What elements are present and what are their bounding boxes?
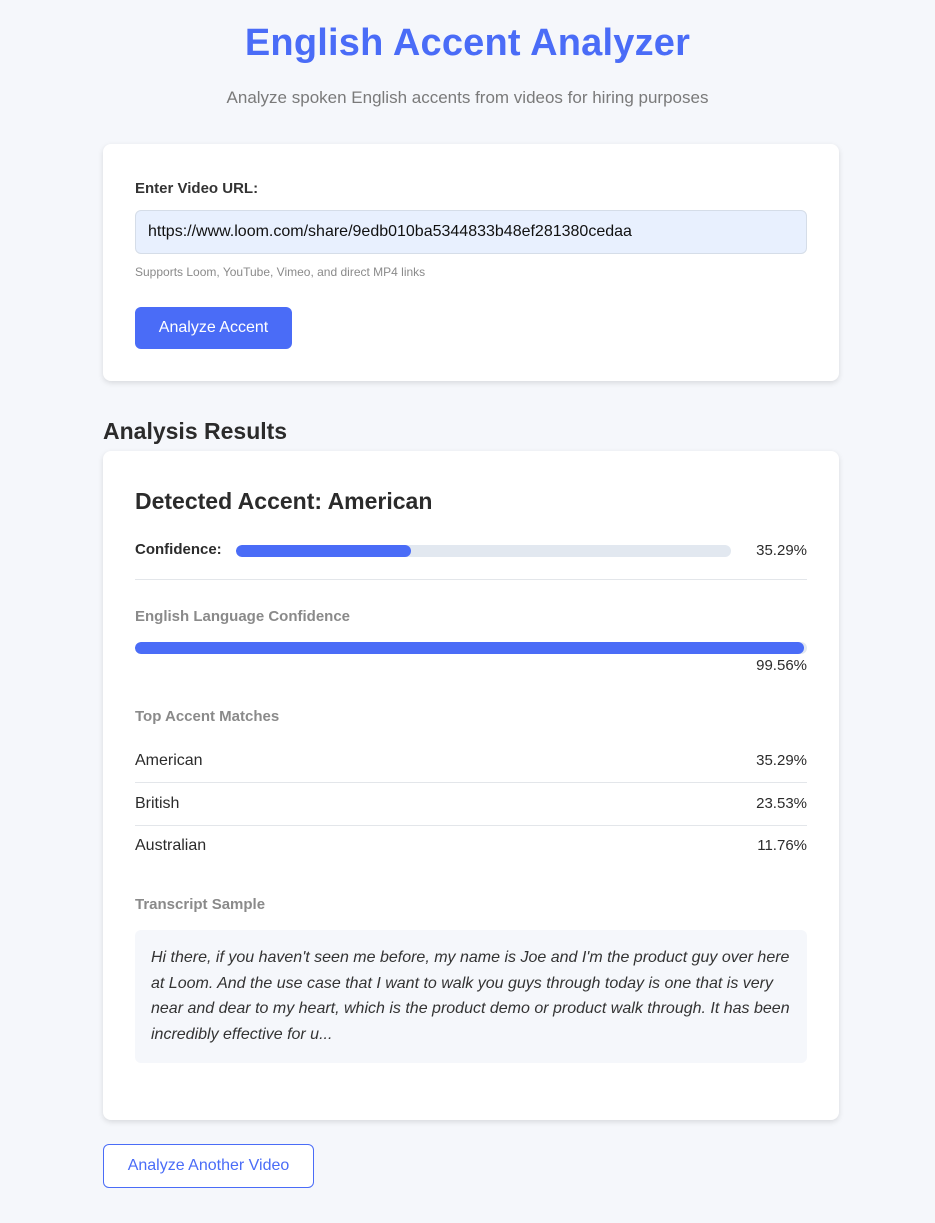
english-confidence-label: English Language Confidence xyxy=(135,608,351,625)
confidence-label: Confidence: xyxy=(135,541,222,558)
accent-match-row: American 35.29% xyxy=(135,741,807,783)
supported-sources-hint: Supports Loom, YouTube, Vimeo, and direc… xyxy=(135,265,426,279)
results-heading: Analysis Results xyxy=(103,418,288,444)
confidence-row: Confidence: 35.29% xyxy=(135,541,807,561)
accent-match-value: 23.53% xyxy=(756,795,807,812)
english-confidence-bar-fill xyxy=(135,642,805,654)
video-url-label: Enter Video URL: xyxy=(135,180,259,197)
confidence-bar-track xyxy=(236,545,731,557)
english-confidence-bar-track xyxy=(135,642,807,654)
confidence-value: 35.29% xyxy=(756,542,807,559)
results-card: Detected Accent: American Confidence: 35… xyxy=(103,451,839,1120)
top-matches-label: Top Accent Matches xyxy=(135,708,280,725)
accent-match-name: American xyxy=(135,752,203,769)
page-subtitle: Analyze spoken English accents from vide… xyxy=(226,88,709,107)
english-confidence-value: 99.56% xyxy=(756,657,807,674)
confidence-bar-fill xyxy=(236,545,411,557)
transcript-sample: Hi there, if you haven't seen me before,… xyxy=(135,930,807,1063)
analyze-another-video-button[interactable]: Analyze Another Video xyxy=(103,1144,314,1188)
detected-accent-title: Detected Accent: American xyxy=(135,488,433,514)
accent-match-value: 35.29% xyxy=(756,752,807,769)
transcript-label: Transcript Sample xyxy=(135,896,266,913)
accent-match-name: British xyxy=(135,795,180,812)
accent-match-row: Australian 11.76% xyxy=(135,826,807,868)
accent-match-value: 11.76% xyxy=(757,837,807,854)
url-input-card: Enter Video URL: Supports Loom, YouTube,… xyxy=(103,144,839,381)
analyze-accent-button[interactable]: Analyze Accent xyxy=(135,307,292,349)
page-title: English Accent Analyzer xyxy=(244,22,691,64)
accent-match-row: British 23.53% xyxy=(135,784,807,826)
video-url-input[interactable] xyxy=(135,210,807,254)
accent-match-name: Australian xyxy=(135,837,207,854)
confidence-divider xyxy=(135,579,807,580)
